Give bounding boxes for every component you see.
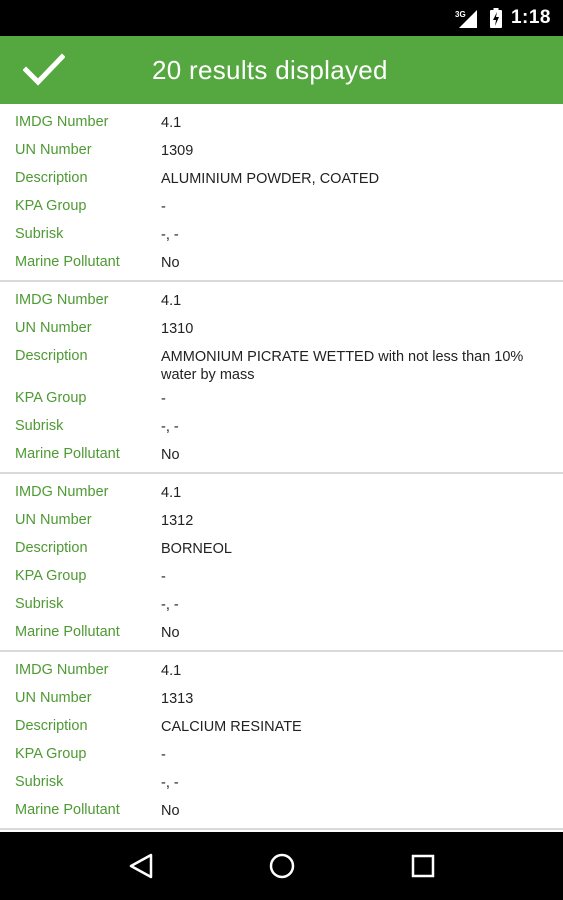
- field-value: 4.1: [161, 293, 182, 309]
- field-label: Subrisk: [15, 596, 64, 612]
- field-label: Marine Pollutant: [15, 802, 120, 818]
- status-bar: 3G 1:18: [0, 0, 563, 36]
- field-value: -, -: [161, 597, 179, 613]
- result-field-row: KPA Group -: [0, 192, 563, 220]
- result-field-row: KPA Group -: [0, 384, 563, 412]
- field-value: 4.1: [161, 663, 182, 679]
- svg-text:3G: 3G: [455, 10, 466, 19]
- field-value: -, -: [161, 419, 179, 435]
- field-label: UN Number: [15, 320, 92, 336]
- field-label: Description: [15, 540, 88, 556]
- field-label: IMDG Number: [15, 292, 109, 308]
- field-label: Description: [15, 170, 88, 186]
- result-field-row: Subrisk -, -: [0, 412, 563, 440]
- field-value: CALCIUM RESINATE: [161, 719, 302, 735]
- field-value: 1309: [161, 143, 194, 159]
- field-label: KPA Group: [15, 198, 87, 214]
- result-field-row: IMDG Number 4.1: [0, 286, 563, 314]
- field-value: 1312: [161, 513, 194, 529]
- results-list[interactable]: IMDG Number 4.1 UN Number 1309 Description AL…: [0, 104, 563, 832]
- field-label: Subrisk: [15, 418, 64, 434]
- app-bar: 20 results displayed: [0, 36, 563, 104]
- field-label: UN Number: [15, 512, 92, 528]
- signal-icon: 3G: [455, 8, 481, 28]
- field-value: No: [161, 447, 180, 463]
- result-field-row: Description BORNEOL: [0, 534, 563, 562]
- field-value: -, -: [161, 775, 179, 791]
- clock: 1:18: [510, 7, 551, 28]
- field-label: Marine Pollutant: [15, 254, 120, 270]
- field-value: -: [161, 391, 166, 407]
- field-value: No: [161, 803, 180, 819]
- field-label: KPA Group: [15, 568, 87, 584]
- checkmark-icon[interactable]: [0, 36, 88, 104]
- field-value: BORNEOL: [161, 541, 232, 557]
- field-value: -: [161, 569, 166, 585]
- result-field-row: IMDG Number 4.1: [0, 108, 563, 136]
- field-label: UN Number: [15, 690, 92, 706]
- page-title: 20 results displayed: [152, 54, 388, 85]
- field-value: No: [161, 255, 180, 271]
- result-field-row: Description CALCIUM RESINATE: [0, 712, 563, 740]
- field-value: ALUMINIUM POWDER, COATED: [161, 171, 380, 187]
- result-field-row: Subrisk -, -: [0, 220, 563, 248]
- result-field-row: Subrisk -, -: [0, 590, 563, 618]
- field-label: Description: [15, 348, 88, 364]
- field-label: UN Number: [15, 142, 92, 158]
- field-label: IMDG Number: [15, 662, 109, 678]
- result-card[interactable]: IMDG Number 4.1 UN Number 1309 Description AL…: [0, 104, 563, 282]
- result-card[interactable]: IMDG Number 4.1 UN Number 1313 Description CA…: [0, 652, 563, 830]
- battery-icon: [489, 8, 502, 28]
- field-label: Marine Pollutant: [15, 624, 120, 640]
- field-value: -: [161, 747, 166, 763]
- field-value: -: [161, 199, 166, 215]
- field-label: IMDG Number: [15, 114, 109, 130]
- result-field-row: Subrisk -, -: [0, 768, 563, 796]
- result-field-row: UN Number 1309: [0, 136, 563, 164]
- result-card[interactable]: IMDG Number 4.1 UN Number 1310 Description AM…: [0, 282, 563, 474]
- field-label: Description: [15, 718, 88, 734]
- result-field-row: Description ALUMINIUM POWDER, COATED: [0, 164, 563, 192]
- result-field-row: Marine Pollutant No: [0, 440, 563, 468]
- result-field-row: UN Number 1313: [0, 684, 563, 712]
- field-label: KPA Group: [15, 746, 87, 762]
- result-field-row: Marine Pollutant No: [0, 248, 563, 276]
- result-field-row: Description AMMONIUM PICRATE WETTED with …: [0, 342, 563, 384]
- field-value: No: [161, 625, 180, 641]
- result-field-row: Marine Pollutant No: [0, 618, 563, 646]
- result-field-row: IMDG Number 4.1: [0, 478, 563, 506]
- home-icon[interactable]: [252, 836, 312, 896]
- field-value: AMMONIUM PICRATE WETTED with not less th…: [161, 349, 524, 383]
- recents-icon[interactable]: [393, 836, 453, 896]
- result-field-row: UN Number 1310: [0, 314, 563, 342]
- result-field-row: KPA Group -: [0, 562, 563, 590]
- result-field-row: Marine Pollutant No: [0, 796, 563, 824]
- result-field-row: KPA Group -: [0, 740, 563, 768]
- field-value: 1313: [161, 691, 194, 707]
- field-value: 4.1: [161, 485, 182, 501]
- navigation-bar: [0, 832, 563, 900]
- field-value: -, -: [161, 227, 179, 243]
- field-label: IMDG Number: [15, 484, 109, 500]
- field-label: Subrisk: [15, 774, 64, 790]
- result-card[interactable]: IMDG Number 4.1 UN Number 1312 Description BO…: [0, 474, 563, 652]
- result-field-row: IMDG Number 4.1: [0, 656, 563, 684]
- result-field-row: UN Number 1312: [0, 506, 563, 534]
- field-value: 4.1: [161, 115, 182, 131]
- field-label: KPA Group: [15, 390, 87, 406]
- field-label: Marine Pollutant: [15, 446, 120, 462]
- field-value: 1310: [161, 321, 194, 337]
- field-label: Subrisk: [15, 226, 64, 242]
- back-icon[interactable]: [111, 836, 171, 896]
